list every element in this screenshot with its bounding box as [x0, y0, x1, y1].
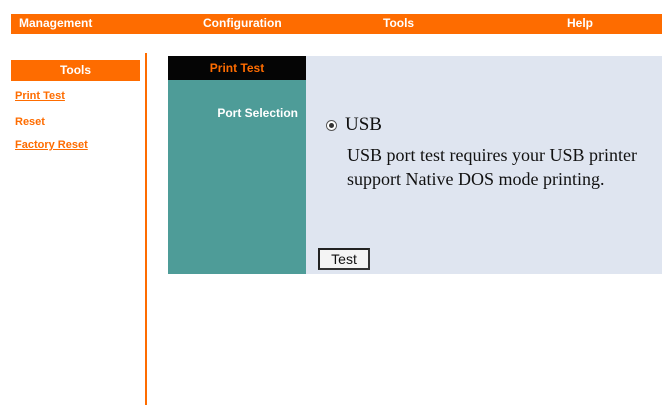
sidebar-item-print-test[interactable]: Print Test	[15, 90, 65, 102]
sidebar-item-reset[interactable]: Reset	[15, 116, 45, 128]
test-button[interactable]: Test	[318, 248, 370, 270]
sidebar-divider	[145, 53, 147, 405]
page: Management Configuration Tools Help Tool…	[0, 0, 670, 405]
nav-tools[interactable]: Tools	[383, 16, 414, 30]
usb-description: USB port test requires your USB printer …	[347, 145, 637, 189]
nav-management[interactable]: Management	[19, 16, 92, 30]
top-nav-bar: Management Configuration Tools Help	[11, 14, 662, 34]
sidebar-item-factory-reset[interactable]: Factory Reset	[15, 139, 88, 151]
usb-radio-label: USB	[345, 114, 382, 135]
sidebar-header: Tools	[11, 60, 140, 81]
usb-radio-option[interactable]: USB	[326, 114, 382, 136]
usb-radio-button[interactable]	[326, 119, 337, 131]
port-selection-label: Port Selection	[217, 106, 298, 120]
nav-configuration[interactable]: Configuration	[203, 16, 282, 30]
nav-help[interactable]: Help	[567, 16, 593, 30]
tab-print-test: Print Test	[168, 56, 306, 80]
label-column	[168, 56, 306, 274]
